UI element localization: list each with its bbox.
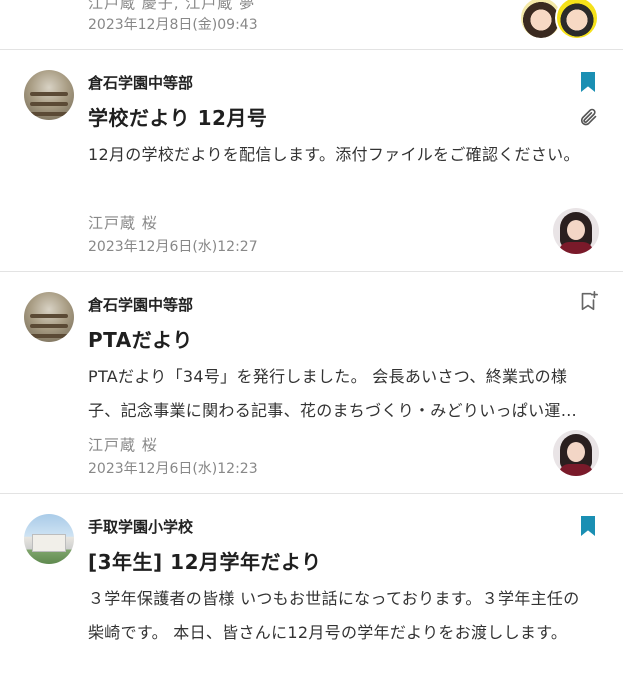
notice-body: PTAだより「34号」を発行しました。 会長あいさつ、終業式の様子、記念事業に関…	[88, 367, 578, 420]
notice-card[interactable]: 江戸蔵 慶子, 江戸蔵 夢 2023年12月8日(金)09:43	[0, 0, 623, 50]
notice-feed: 江戸蔵 慶子, 江戸蔵 夢 2023年12月8日(金)09:43 倉石学園中等部…	[0, 0, 623, 694]
recipient-avatars	[503, 0, 623, 42]
school-name: 倉石学園中等部	[88, 74, 194, 92]
notice-body: ３学年保護者の皆様 いつもお世話になっております。３学年主任の柴崎です。 本日、…	[88, 589, 580, 642]
recipient-avatar	[555, 0, 599, 40]
notice-author: 江戸蔵 慶子, 江戸蔵 夢	[88, 0, 256, 12]
school-avatar	[24, 514, 74, 564]
school-avatar	[24, 292, 74, 342]
bookmark-add-icon[interactable]	[577, 290, 599, 312]
bookmark-filled-icon[interactable]	[581, 72, 595, 92]
bookmark-filled-icon[interactable]	[581, 516, 595, 536]
notice-title: 学校だより 12月号	[88, 106, 268, 130]
notice-author: 江戸蔵 桜	[88, 436, 158, 454]
notice-date: 2023年12月6日(水)12:23	[88, 461, 258, 477]
notice-body: 12月の学校だよりを配信します。添付ファイルをご確認ください。	[88, 145, 580, 164]
notice-author: 江戸蔵 桜	[88, 214, 158, 232]
notice-date: 2023年12月6日(水)12:27	[88, 239, 258, 255]
notice-card[interactable]: 倉石学園中等部 学校だより 12月号 12月の学校だよりを配信します。添付ファイ…	[0, 50, 623, 272]
author-avatar	[553, 430, 599, 476]
notice-title: PTAだより	[88, 328, 193, 352]
notice-title: [3年生] 12月学年だより	[88, 550, 322, 574]
school-avatar	[24, 70, 74, 120]
paperclip-icon[interactable]	[577, 106, 599, 128]
notice-card[interactable]: 倉石学園中等部 PTAだより PTAだより「34号」を発行しました。 会長あいさ…	[0, 272, 623, 494]
school-name: 倉石学園中等部	[88, 296, 194, 314]
author-avatar	[553, 208, 599, 254]
notice-card[interactable]: 手取学園小学校 [3年生] 12月学年だより ３学年保護者の皆様 いつもお世話に…	[0, 494, 623, 694]
notice-date: 2023年12月8日(金)09:43	[88, 17, 258, 33]
school-name: 手取学園小学校	[88, 518, 194, 536]
